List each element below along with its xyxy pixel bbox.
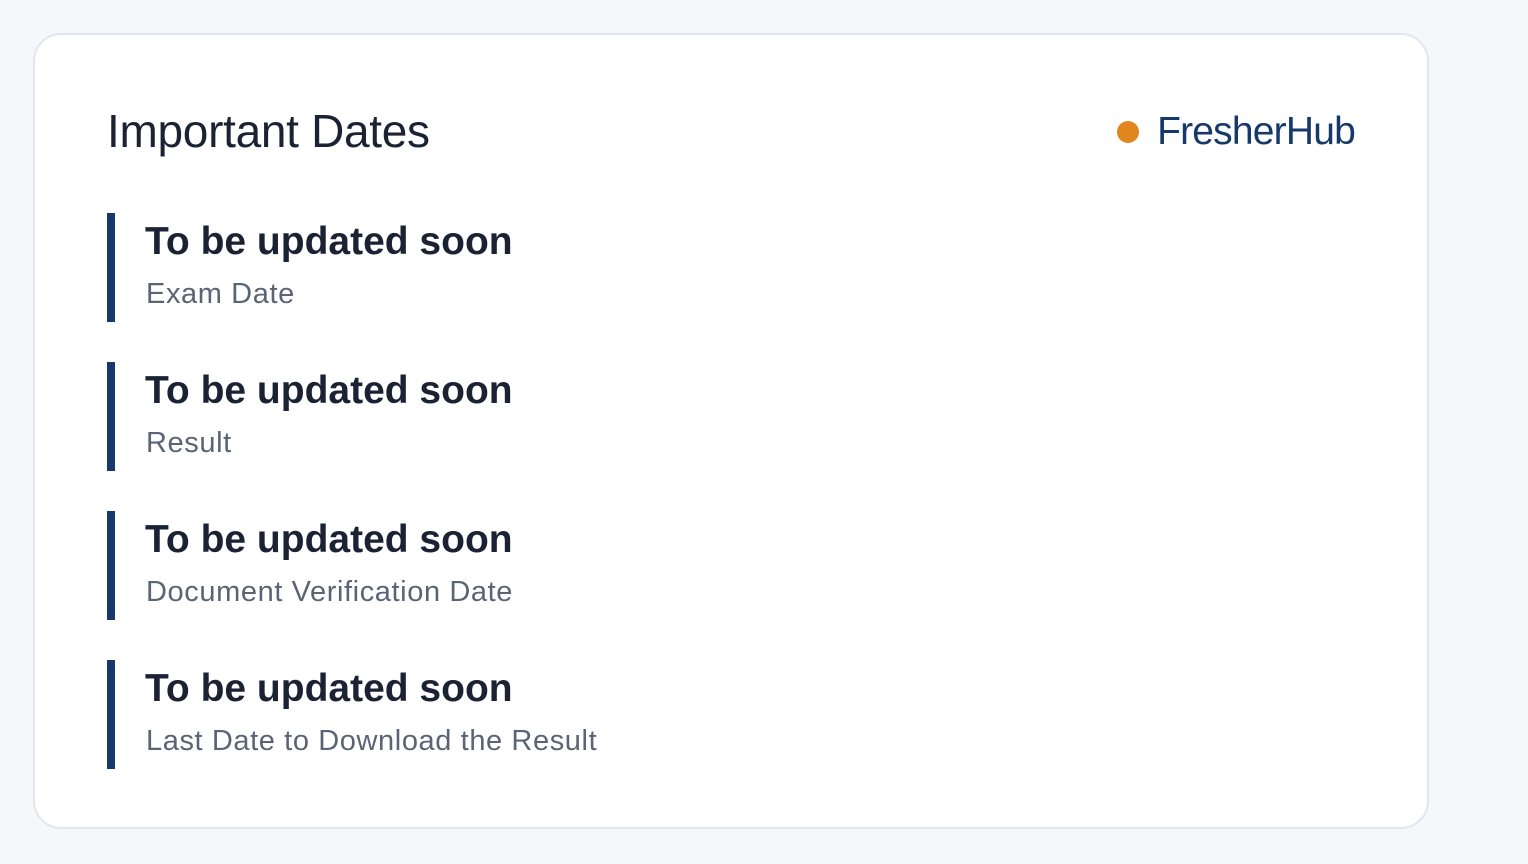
date-value: To be updated soon: [145, 518, 513, 561]
list-item: To be updated soon Result: [107, 362, 513, 471]
date-label: Result: [146, 427, 232, 459]
brand-logo: FresherHub: [1117, 107, 1356, 157]
card-title: Important Dates: [107, 105, 430, 157]
list-item: To be updated soon Exam Date: [107, 213, 513, 322]
brand-name: FresherHub: [1157, 110, 1356, 153]
date-label: Last Date to Download the Result: [146, 725, 598, 757]
important-dates-card: Important Dates FresherHub To be updated…: [33, 33, 1429, 829]
date-value: To be updated soon: [145, 220, 513, 263]
date-list: To be updated soon Exam Date To be updat…: [107, 213, 597, 809]
date-value: To be updated soon: [145, 667, 513, 710]
date-label: Exam Date: [146, 278, 295, 310]
date-label: Document Verification Date: [146, 576, 513, 608]
brand-dot-icon: [1117, 121, 1140, 143]
list-item: To be updated soon Document Verification…: [107, 511, 513, 620]
date-value: To be updated soon: [145, 369, 513, 412]
list-item: To be updated soon Last Date to Download…: [107, 660, 597, 769]
